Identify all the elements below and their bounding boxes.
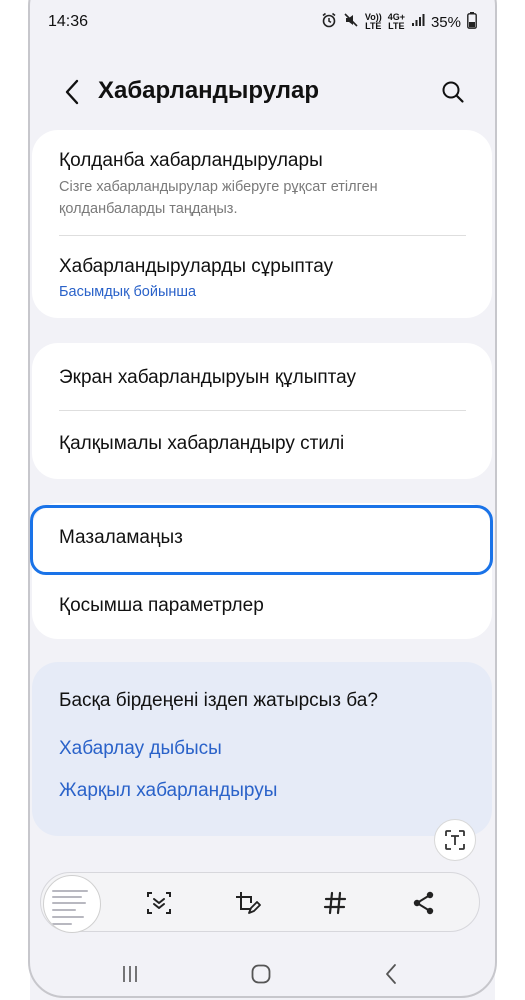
chevron-left-icon	[65, 79, 79, 105]
scroll-capture-icon	[147, 892, 171, 914]
crop-edit-icon	[236, 892, 261, 914]
battery-level: 35%	[430, 13, 461, 31]
status-bar: 14:36 Vo)) LTE 4G+ LTE 35%	[30, 0, 495, 44]
screenshot-thumbnail[interactable]	[43, 875, 101, 933]
status-time: 14:36	[48, 13, 89, 30]
back-arrow-icon	[386, 964, 396, 984]
home-button[interactable]	[246, 959, 276, 989]
status-icons: Vo)) LTE 4G+ LTE 35%	[321, 11, 477, 33]
advanced-settings-item[interactable]: Қосымша параметрлер	[32, 573, 492, 639]
lock-screen-notifications-item[interactable]: Экран хабарландыруын құлыптау	[32, 343, 492, 411]
advanced-settings-title: Қосымша параметрлер	[59, 595, 264, 616]
lock-screen-notifications-title: Экран хабарландыруын құлыптау	[59, 367, 357, 388]
suggestions-title: Басқа бірдеңені іздеп жатырсыз ба?	[59, 690, 378, 711]
share-icon	[413, 891, 434, 915]
notification-sound-link[interactable]: Хабарлау дыбысы	[59, 738, 222, 760]
suggestions-card: Басқа бірдеңені іздеп жатырсыз ба? Хабар…	[32, 662, 492, 836]
lockscreen-card: Экран хабарландыруын құлыптау Қалқымалы …	[32, 343, 492, 479]
page-title: Хабарландырулар	[98, 77, 320, 104]
scroll-capture-button[interactable]	[139, 883, 179, 923]
notification-sorting-item[interactable]: Хабарландыруларды сұрыптау Басымдық бойы…	[32, 236, 492, 318]
app-header: Хабарландырулар	[30, 60, 495, 124]
edit-screenshot-button[interactable]	[227, 883, 267, 923]
notification-sorting-value: Басымдық бойынша	[59, 284, 197, 300]
back-button[interactable]	[58, 76, 86, 108]
search-icon	[442, 81, 464, 103]
screenshot-toolbar	[40, 872, 480, 933]
popup-style-title: Қалқымалы хабарландыру стилі	[59, 433, 345, 454]
recent-apps-icon	[123, 966, 137, 982]
app-notifications-item[interactable]: Қолданба хабарландырулары Сізге хабарлан…	[32, 130, 492, 236]
text-scan-icon	[445, 830, 465, 850]
recent-apps-button[interactable]	[115, 959, 145, 989]
network-indicator: 4G+ LTE	[387, 12, 405, 31]
hashtag-button[interactable]	[315, 883, 355, 923]
alarm-icon	[321, 12, 337, 32]
popup-style-item[interactable]: Қалқымалы хабарландыру стилі	[32, 411, 492, 479]
signal-icon	[411, 13, 425, 31]
focus-highlight	[30, 505, 493, 575]
home-icon	[251, 964, 271, 984]
navigation-bar	[30, 945, 495, 1000]
back-nav-button[interactable]	[376, 959, 406, 989]
mute-icon	[343, 12, 359, 32]
phone-screen: 14:36 Vo)) LTE 4G+ LTE 35% Хабарландырул…	[30, 0, 495, 1000]
hashtag-icon	[323, 891, 347, 915]
app-notifications-description: Сізге хабарландырулар жіберуге рұқсат ет…	[59, 179, 378, 217]
share-button[interactable]	[404, 883, 444, 923]
text-extract-button[interactable]	[434, 819, 476, 861]
notification-settings-card: Қолданба хабарландырулары Сізге хабарлан…	[32, 130, 492, 318]
battery-icon	[467, 11, 477, 33]
app-notifications-title: Қолданба хабарландырулары	[59, 150, 323, 171]
notification-sorting-title: Хабарландыруларды сұрыптау	[59, 256, 334, 277]
volte-indicator: Vo)) LTE	[364, 12, 382, 31]
flash-notification-link[interactable]: Жарқыл хабарландыруы	[59, 780, 277, 802]
search-button[interactable]	[437, 76, 469, 108]
